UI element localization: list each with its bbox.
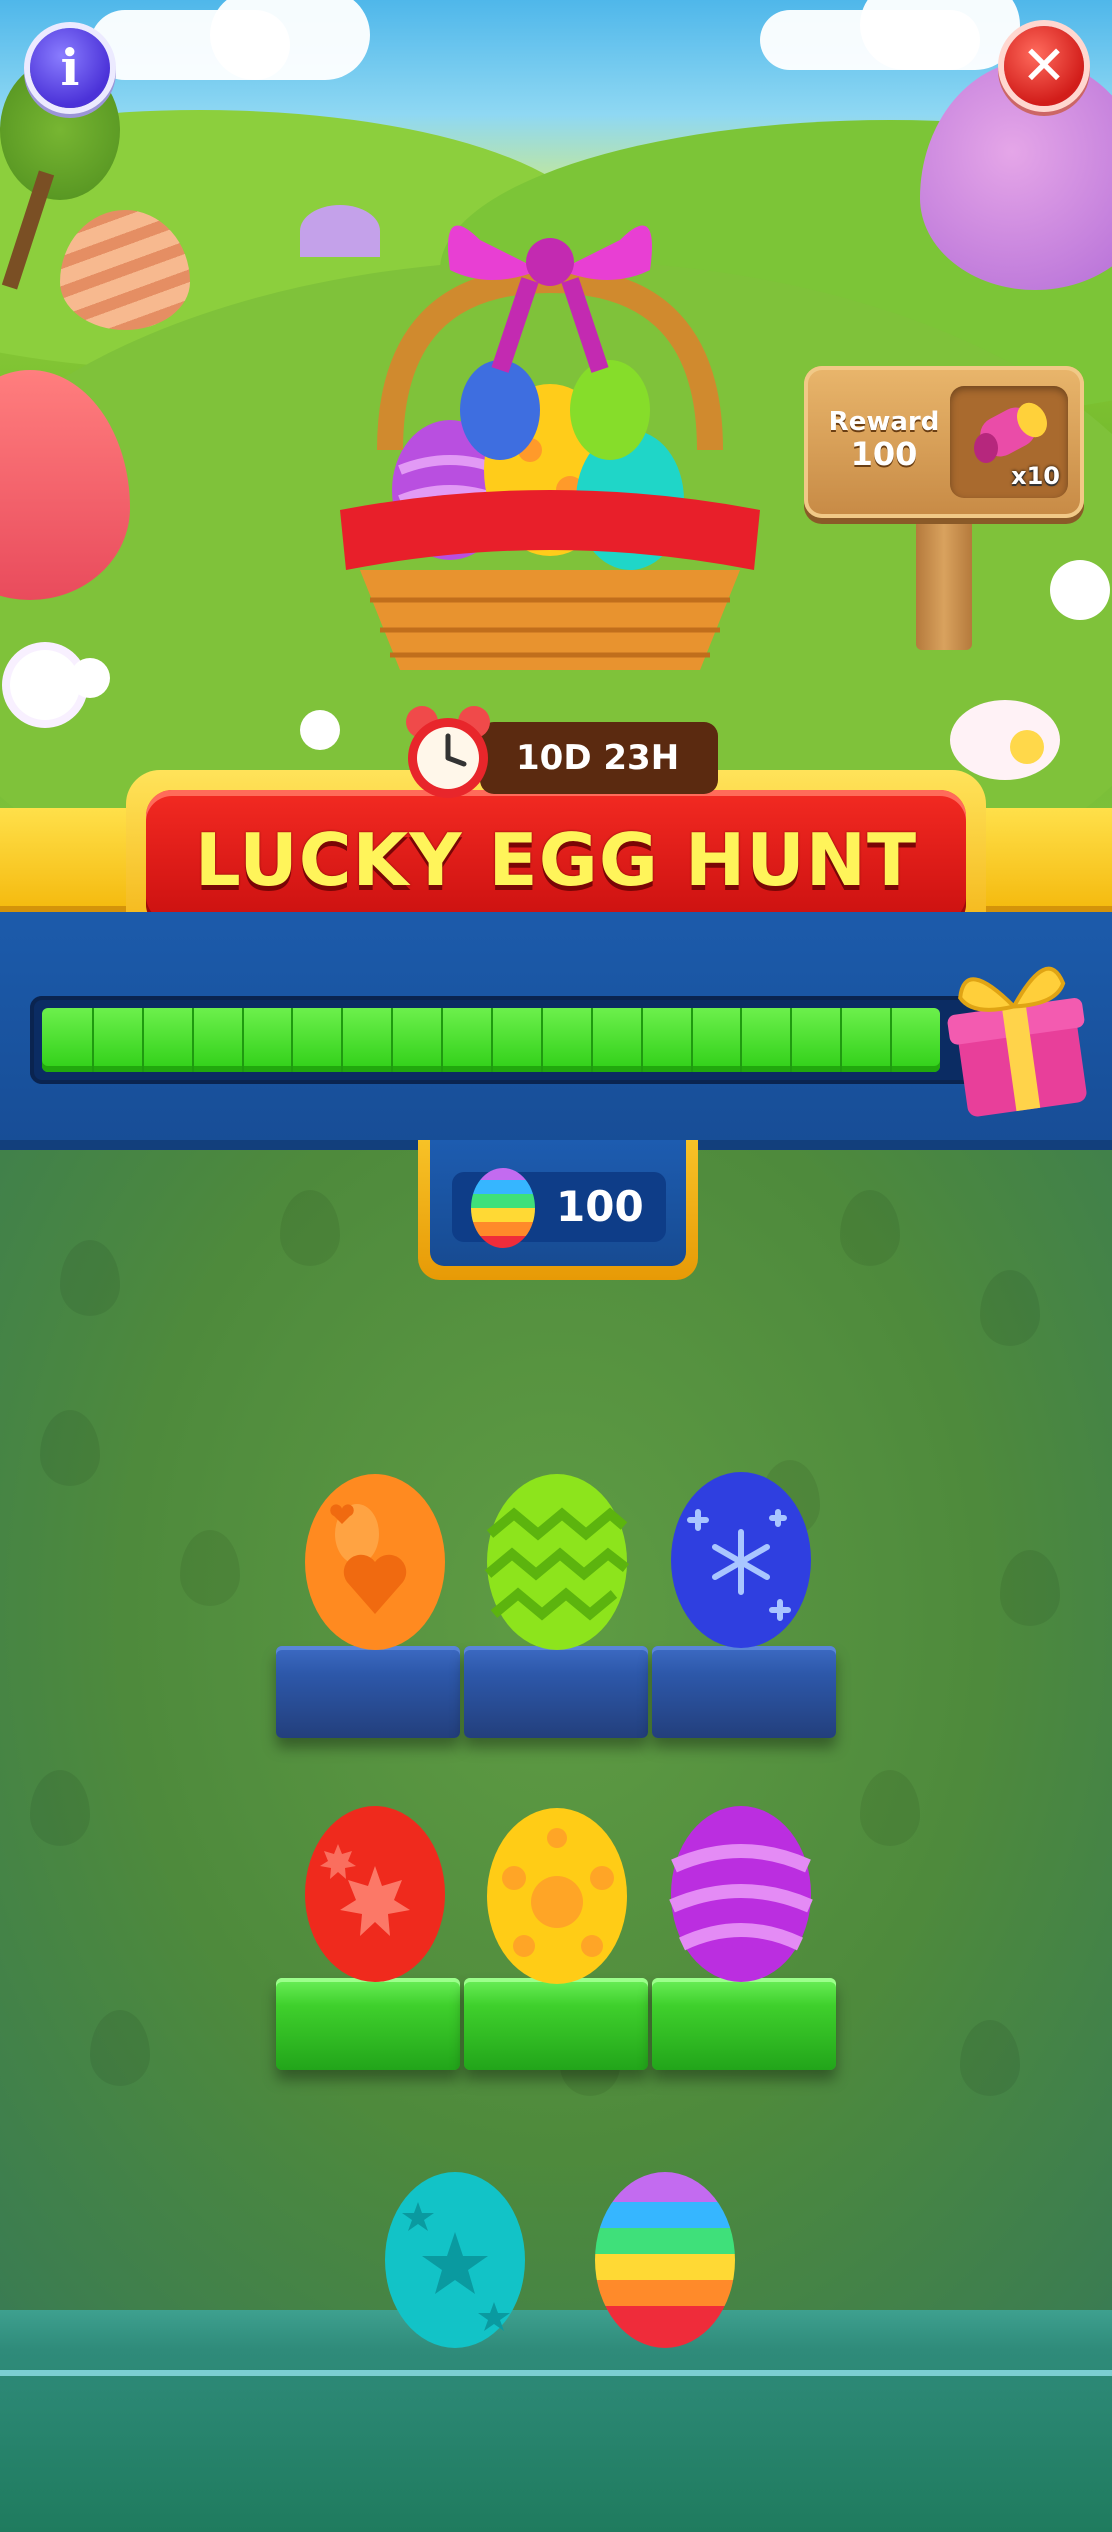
blue-snowflake-egg[interactable] xyxy=(668,1462,814,1648)
progress-segment-divider xyxy=(840,1008,842,1072)
event-timer: 10D 23H xyxy=(480,722,718,794)
rainbow-striped-egg[interactable] xyxy=(592,2162,738,2348)
progress-segment-divider xyxy=(641,1008,643,1072)
egg-tray xyxy=(0,2310,1112,2532)
shelf-blue xyxy=(276,1646,836,1738)
progress-segment-divider xyxy=(92,1008,94,1072)
progress-segment-divider xyxy=(591,1008,593,1072)
shelf-slot[interactable] xyxy=(464,1646,648,1738)
progress-fill xyxy=(42,1008,940,1072)
timer-text: 10D 23H xyxy=(516,738,680,778)
progress-segment-divider xyxy=(890,1008,892,1072)
rainbow-egg-icon xyxy=(471,1168,535,1248)
reward-multiplier: x10 xyxy=(1011,462,1060,490)
purple-stripes-egg[interactable] xyxy=(668,1796,814,1982)
info-icon: i xyxy=(60,38,80,97)
progress-segment-divider xyxy=(541,1008,543,1072)
progress-segment-divider xyxy=(691,1008,693,1072)
progress-segment-divider xyxy=(192,1008,194,1072)
shelf-slot[interactable] xyxy=(652,1978,836,2070)
shelf-slot[interactable] xyxy=(464,1978,648,2070)
progress-segment-divider xyxy=(242,1008,244,1072)
counter-pill: 100 xyxy=(452,1168,666,1248)
progress-segment-divider xyxy=(790,1008,792,1072)
reward-item-box: x10 xyxy=(950,386,1068,498)
banner-ribbon: LUCKY EGG HUNT xyxy=(146,790,966,930)
progress-segment-divider xyxy=(491,1008,493,1072)
progress-segment-divider xyxy=(391,1008,393,1072)
progress-segment-divider xyxy=(441,1008,443,1072)
green-zigzag-egg[interactable] xyxy=(484,1464,630,1650)
progress-segment-divider xyxy=(740,1008,742,1072)
progress-segment-divider xyxy=(291,1008,293,1072)
progress-segment-divider xyxy=(142,1008,144,1072)
shelf-slot[interactable] xyxy=(276,1646,460,1738)
alarm-clock-icon xyxy=(406,706,490,798)
tray-line xyxy=(0,2370,1112,2376)
close-icon: ✕ xyxy=(1021,34,1067,97)
reward-sign[interactable]: Reward 100 x10 xyxy=(804,366,1084,518)
shelf-slot[interactable] xyxy=(276,1978,460,2070)
event-title: LUCKY EGG HUNT xyxy=(194,818,918,902)
orange-heart-egg[interactable] xyxy=(302,1464,448,1650)
egg-basket-illustration xyxy=(340,225,760,670)
sign-post xyxy=(916,500,972,650)
info-button[interactable]: i xyxy=(30,28,110,108)
teal-star-egg[interactable] xyxy=(382,2162,528,2348)
counter-inner: 100 xyxy=(430,1140,686,1266)
shelf-green xyxy=(276,1978,836,2070)
progress-segment-divider xyxy=(341,1008,343,1072)
red-maple-egg[interactable] xyxy=(302,1796,448,1982)
close-button[interactable]: ✕ xyxy=(1004,26,1084,106)
egg-count: 100 xyxy=(556,1182,644,1231)
gift-box-icon[interactable] xyxy=(938,950,1102,1120)
reward-label: Reward 100 xyxy=(828,407,940,473)
shelf-slot[interactable] xyxy=(652,1646,836,1738)
egg-counter-panel: 100 xyxy=(418,1140,698,1280)
yellow-dots-egg[interactable] xyxy=(484,1798,630,1984)
